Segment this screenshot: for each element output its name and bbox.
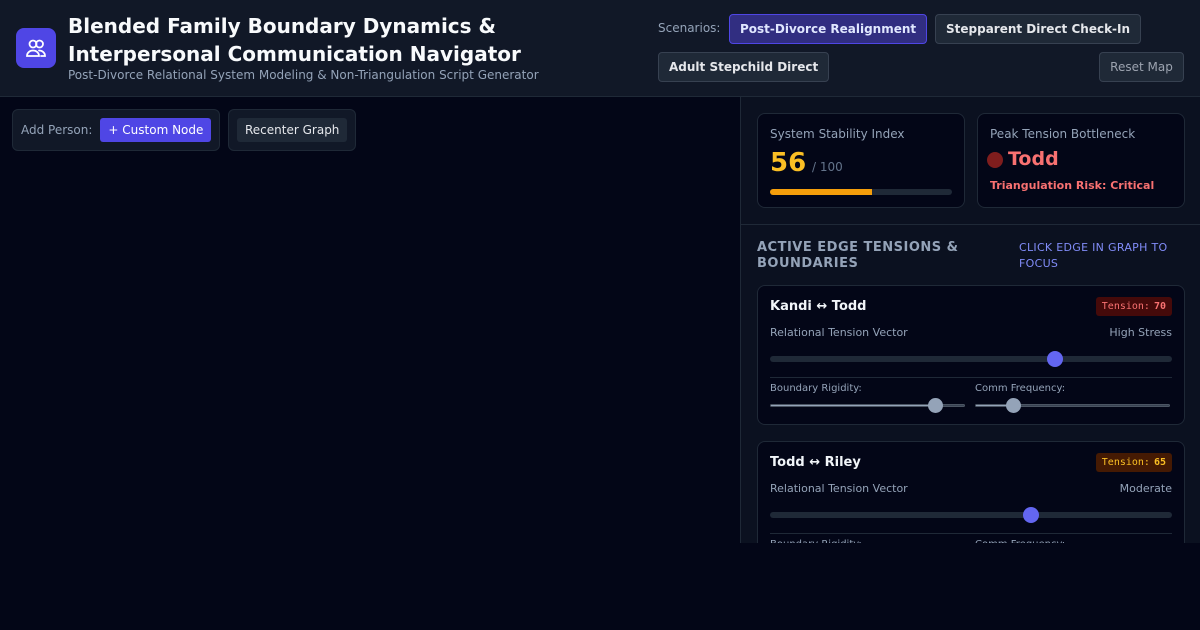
tension-vector-label: Relational Tension Vector [770, 482, 908, 495]
boundary-rigidity-slider[interactable] [770, 398, 965, 413]
stability-title: System Stability Index [770, 127, 905, 141]
boundary-rigidity-label: Boundary Rigidity: [770, 383, 862, 394]
add-custom-node-button[interactable]: + Custom Node [100, 118, 212, 142]
scenarios-label: Scenarios: [658, 21, 721, 35]
recenter-toolbar: Recenter Graph [228, 109, 357, 151]
bottleneck-title: Peak Tension Bottleneck [990, 127, 1136, 141]
stability-max: / 100 [812, 160, 843, 174]
recenter-graph-button[interactable]: Recenter Graph [237, 118, 348, 142]
edges-section-hint: CLICK EDGE IN GRAPH TO FOCUS [1019, 241, 1168, 270]
boundary-rigidity-label: Boundary Rigidity: [770, 539, 862, 543]
boundary-rigidity-fill [771, 405, 936, 406]
add-person-label: Add Person: [21, 123, 93, 137]
comm-frequency-thumb[interactable] [1005, 398, 1021, 413]
tension-badge-value: 70 [1153, 301, 1166, 312]
page-subtitle: Post-Divorce Relational System Modeling … [68, 68, 539, 82]
tension-badge-label: Tension: [1101, 301, 1150, 312]
edge-card[interactable]: Todd ↔ Riley Tension: 65 Relational Tens… [757, 441, 1185, 543]
panel-divider [741, 224, 1200, 225]
stability-value: 56 [770, 148, 807, 178]
tension-slider[interactable] [770, 351, 1172, 367]
tension-vector-label: Relational Tension Vector [770, 326, 908, 339]
comm-frequency-label: Comm Frequency: [975, 539, 1065, 543]
boundary-rigidity-thumb[interactable] [928, 398, 944, 413]
edge-name: Todd ↔ Riley [770, 455, 861, 470]
tension-slider[interactable] [770, 507, 1172, 523]
stability-bar-fill [770, 189, 872, 195]
tension-badge-value: 65 [1153, 457, 1166, 468]
triangulation-risk: Triangulation Risk: Critical [990, 179, 1155, 192]
graph-canvas[interactable]: Add Person: + Custom Node Recenter Graph [0, 97, 740, 630]
edges-section-title: ACTIVE EDGE TENSIONS & BOUNDARIES [757, 240, 959, 271]
app: Blended Family Boundary Dynamics & Inter… [0, 0, 1200, 630]
tension-badge: Tension: 65 [1095, 453, 1172, 472]
scenario-adult-stepchild-button[interactable]: Adult Stepchild Direct [658, 52, 830, 82]
tension-state: Moderate [1119, 482, 1172, 495]
reset-map-button[interactable]: Reset Map [1099, 52, 1184, 82]
scenario-post-divorce-button[interactable]: Post-Divorce Realignment [729, 14, 928, 44]
analysis-panel: System Stability Index 56 / 100 Peak Ten… [740, 97, 1200, 543]
tension-badge-label: Tension: [1101, 457, 1150, 468]
tension-badge: Tension: 70 [1095, 297, 1172, 316]
comm-frequency-label: Comm Frequency: [975, 383, 1066, 394]
page-title: Blended Family Boundary Dynamics & Inter… [68, 14, 521, 66]
tension-slider-thumb[interactable] [1047, 351, 1064, 367]
edge-name: Kandi ↔ Todd [770, 299, 867, 314]
bottleneck-name: Todd [1008, 148, 1059, 170]
people-icon [16, 28, 56, 68]
edge-separator [770, 533, 1172, 534]
alert-dot-icon [987, 152, 1003, 168]
add-person-toolbar: Add Person: + Custom Node [12, 109, 221, 151]
tension-state: High Stress [1109, 326, 1172, 339]
comm-frequency-slider[interactable] [975, 398, 1170, 413]
bottleneck-card: Peak Tension Bottleneck Todd Triangulati… [977, 113, 1185, 208]
scenario-stepparent-button[interactable]: Stepparent Direct Check-In [935, 14, 1142, 44]
edge-card[interactable]: Kandi ↔ Todd Tension: 70 Relational Tens… [757, 285, 1185, 425]
stability-card: System Stability Index 56 / 100 [757, 113, 965, 208]
stability-bar [770, 189, 952, 195]
tension-slider-thumb[interactable] [1023, 507, 1040, 523]
app-header: Blended Family Boundary Dynamics & Inter… [0, 0, 1200, 97]
edge-separator [770, 377, 1172, 378]
